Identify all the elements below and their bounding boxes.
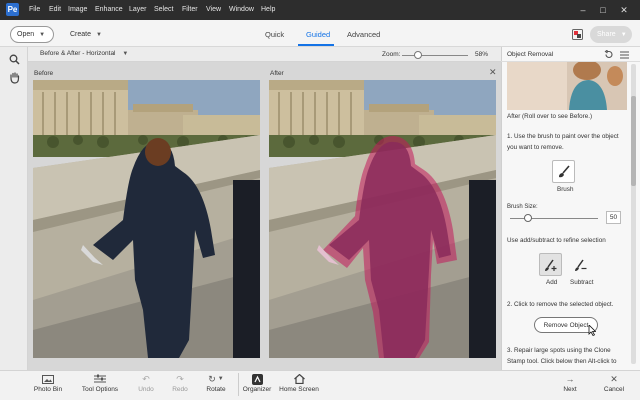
after-thumbnail[interactable]	[507, 62, 627, 110]
after-image[interactable]	[269, 80, 496, 358]
chevron-down-icon: ▼	[39, 31, 46, 38]
close-icon[interactable]: ✕	[489, 67, 497, 78]
redo-label: Redo	[172, 386, 188, 393]
photo-bin-icon	[42, 372, 54, 386]
reset-icon[interactable]	[604, 50, 614, 59]
menu-layer[interactable]: Layer	[129, 6, 147, 13]
zoom-tool-icon[interactable]	[9, 54, 20, 65]
brush-icon	[558, 164, 570, 177]
home-icon	[293, 372, 305, 386]
toolbox	[0, 47, 28, 370]
tab-quick[interactable]: Quick	[265, 30, 284, 39]
add-button[interactable]	[539, 253, 562, 276]
remove-object-label: Remove Object	[543, 321, 589, 329]
rotate-label: Rotate	[206, 386, 226, 393]
brush-size-label: Brush Size:	[507, 204, 538, 210]
menu-filter[interactable]: Filter	[182, 6, 198, 13]
brush-size-input[interactable]: 50	[606, 211, 621, 224]
zoom-slider-handle[interactable]	[414, 51, 422, 59]
brush-button[interactable]	[552, 160, 575, 183]
panel-scrollbar-thumb[interactable]	[631, 96, 636, 186]
rotate-button[interactable]: ↻ ▼ Rotate	[203, 372, 229, 394]
cursor-icon	[588, 325, 596, 336]
brush-size-slider-handle[interactable]	[524, 214, 532, 222]
chevron-down-icon: ▼	[217, 376, 224, 382]
cancel-button[interactable]: ✕ Cancel	[603, 372, 625, 394]
collaboration-icon[interactable]	[572, 29, 583, 40]
after-label: After	[270, 70, 284, 77]
after-caption: After (Roll over to see Before.)	[507, 113, 593, 120]
photo-bin-button[interactable]: Photo Bin	[33, 372, 63, 393]
zoom-value: 58%	[475, 51, 489, 58]
menu-image[interactable]: Image	[68, 6, 87, 13]
maximize-icon[interactable]: □	[596, 3, 610, 17]
redo-button[interactable]: ↷ Redo	[170, 372, 190, 394]
brush-label: Brush	[557, 186, 574, 193]
window-close-icon[interactable]: ✕	[617, 3, 631, 17]
view-mode-select[interactable]: Before & After - Horizontal ▼	[40, 50, 128, 57]
share-button[interactable]: Share ▼	[590, 26, 632, 43]
zoom-label: Zoom:	[382, 51, 401, 58]
undo-label: Undo	[138, 386, 154, 393]
organizer-label: Organizer	[242, 386, 272, 393]
home-screen-label: Home Screen	[279, 386, 319, 393]
bottom-divider	[238, 373, 239, 396]
step2-text: 2. Click to remove the selected object.	[507, 301, 614, 308]
menu-enhance[interactable]: Enhance	[95, 6, 123, 13]
add-subtract-text: Use add/subtract to refine selection	[507, 237, 606, 244]
home-screen-button[interactable]: Home Screen	[279, 372, 319, 393]
next-label: Next	[563, 386, 577, 393]
menu-file[interactable]: File	[29, 6, 40, 13]
redo-icon: ↷	[176, 373, 184, 384]
chevron-down-icon: ▼	[620, 31, 627, 38]
next-button[interactable]: → Next	[561, 372, 579, 393]
minimize-icon[interactable]: –	[576, 3, 590, 17]
undo-button[interactable]: ↶ Undo	[136, 372, 156, 394]
menu-view[interactable]: View	[206, 6, 221, 13]
subtract-button[interactable]	[569, 253, 592, 276]
menu-help[interactable]: Help	[261, 6, 275, 13]
app-logo-icon: Pe	[6, 3, 19, 16]
tool-options-icon	[94, 372, 106, 386]
before-label: Before	[34, 70, 54, 77]
open-button-label: Open	[17, 31, 35, 38]
before-image[interactable]	[33, 80, 260, 358]
cancel-label: Cancel	[603, 386, 625, 393]
zoom-slider[interactable]	[402, 55, 468, 56]
menu-window[interactable]: Window	[229, 6, 254, 13]
organizer-icon	[251, 372, 263, 386]
tool-options-button[interactable]: Tool Options	[80, 372, 120, 393]
step3-text: 3. Repair large spots using the Clone St…	[507, 347, 617, 365]
open-button[interactable]: Open ▼	[10, 26, 54, 43]
panel-menu-icon[interactable]	[620, 51, 629, 59]
photo-bin-label: Photo Bin	[33, 386, 63, 393]
organizer-button[interactable]: Organizer	[242, 372, 272, 393]
create-button[interactable]: Create ▼	[70, 26, 102, 43]
view-mode-label: Before & After - Horizontal	[40, 50, 116, 57]
tool-options-label: Tool Options	[81, 386, 119, 393]
create-button-label: Create	[70, 31, 92, 38]
cancel-icon: ✕	[610, 373, 618, 384]
tab-advanced[interactable]: Advanced	[347, 30, 380, 39]
tab-guided[interactable]: Guided	[306, 30, 330, 39]
brush-subtract-icon	[574, 259, 586, 271]
menu-select[interactable]: Select	[154, 6, 173, 13]
undo-icon: ↶	[142, 373, 150, 384]
chevron-down-icon: ▼	[96, 31, 102, 38]
active-tab-indicator	[298, 44, 334, 46]
add-label: Add	[546, 279, 558, 286]
arrow-right-icon: →	[565, 374, 575, 384]
menu-edit[interactable]: Edit	[49, 6, 61, 13]
hand-tool-icon[interactable]	[9, 72, 20, 84]
rotate-icon: ↻ ▼	[208, 373, 224, 384]
chevron-down-icon: ▼	[122, 51, 129, 57]
brush-add-icon	[544, 259, 556, 271]
subtract-label: Subtract	[570, 279, 594, 286]
step1-text: 1. Use the brush to paint over the objec…	[507, 133, 619, 151]
share-button-label: Share	[597, 31, 616, 38]
panel-title: Object Removal	[507, 51, 554, 58]
